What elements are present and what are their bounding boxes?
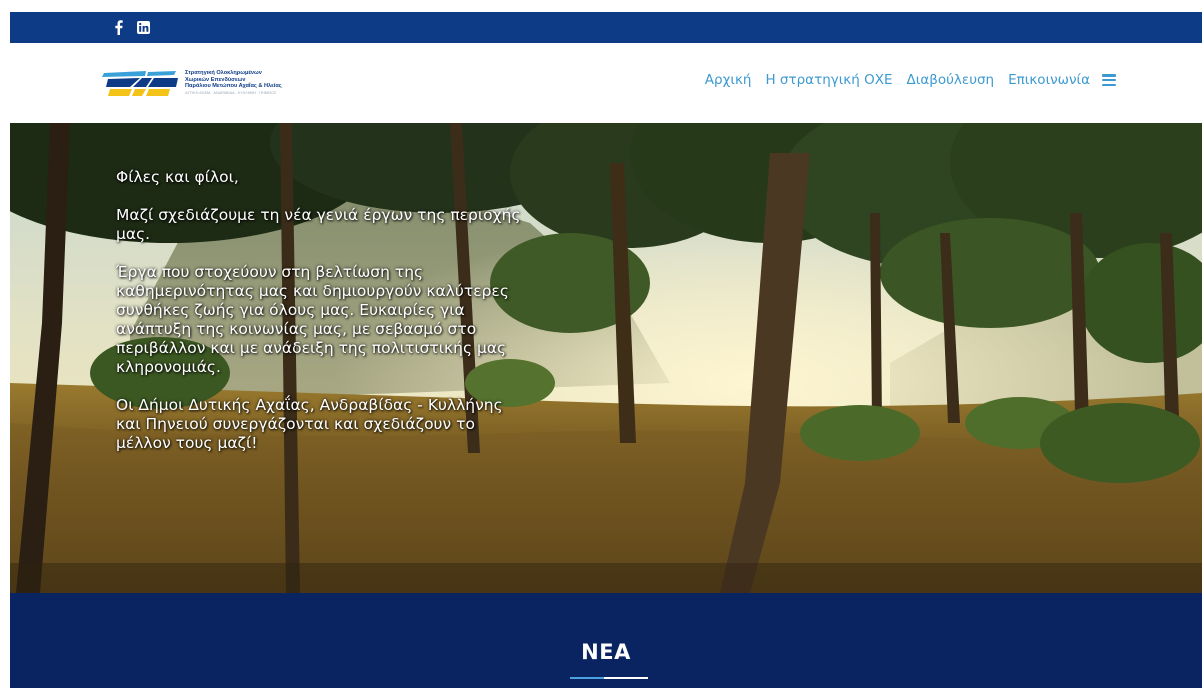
main-nav: Αρχική Η στρατηγική ΟΧΕ Διαβούλευση Επικ…	[705, 72, 1116, 88]
hero-greeting: Φίλες και φίλοι,	[116, 168, 239, 186]
hamburger-menu-icon[interactable]	[1102, 74, 1116, 86]
hero-banner: Φίλες και φίλοι, Μαζί σχεδιάζουμε τη νέα…	[10, 123, 1202, 593]
hero-message: Φίλες και φίλοι, Μαζί σχεδιάζουμε τη νέα…	[116, 168, 526, 472]
page: Στρατηγική Ολοκληρωμένων Χωρικών Επενδύσ…	[10, 12, 1202, 688]
top-bar	[10, 12, 1202, 43]
social-links	[110, 19, 151, 35]
logo-subline: ΔΥΤΙΚΗ ΑΧΑΪΑ · ΑΝΔΡΑΒΙΔΑ - ΚΥΛΛΗΝΗ · ΠΗΝ…	[185, 90, 277, 95]
nav-home[interactable]: Αρχική	[705, 72, 752, 88]
news-heading-underline	[570, 677, 648, 679]
logo-line-3: Παράλιου Μετώπου Αχαΐας & Ηλείας	[185, 83, 282, 90]
site-logo[interactable]: Στρατηγική Ολοκληρωμένων Χωρικών Επενδύσ…	[102, 63, 317, 103]
hero-paragraph-2: Έργα που στοχεύουν στη βελτίωση της καθη…	[116, 263, 509, 376]
logo-text: Στρατηγική Ολοκληρωμένων Χωρικών Επενδύσ…	[185, 70, 282, 95]
hero-paragraph-3: Οι Δήμοι Δυτικής Αχαΐας, Ανδραβίδας - Κυ…	[116, 396, 503, 452]
news-heading: ΝΕΑ	[581, 640, 631, 664]
news-section: ΝΕΑ	[10, 593, 1202, 688]
nav-contact[interactable]: Επικοινωνία	[1008, 72, 1090, 88]
logo-mark-icon	[102, 71, 178, 96]
site-header: Στρατηγική Ολοκληρωμένων Χωρικών Επενδύσ…	[10, 43, 1202, 123]
linkedin-icon[interactable]	[135, 19, 151, 35]
nav-consultation[interactable]: Διαβούλευση	[907, 72, 995, 88]
facebook-icon[interactable]	[110, 19, 126, 35]
nav-strategy[interactable]: Η στρατηγική ΟΧΕ	[765, 72, 892, 88]
hero-paragraph-1: Μαζί σχεδιάζουμε τη νέα γενιά έργων της …	[116, 206, 521, 243]
